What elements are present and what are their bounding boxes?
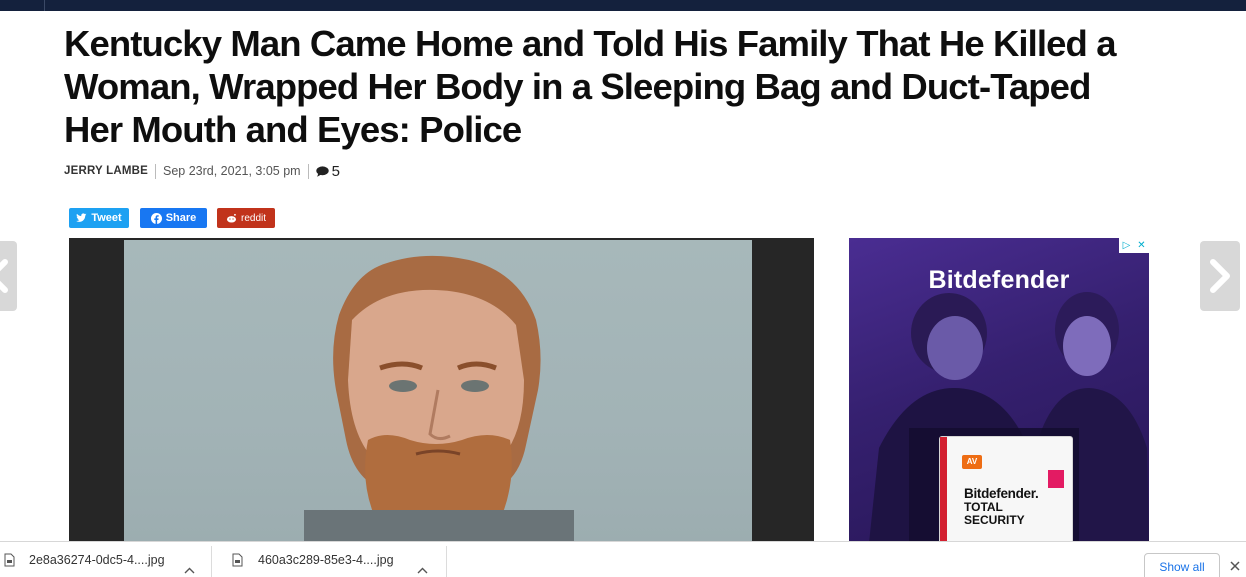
top-bar-divider [44, 0, 45, 11]
tweet-label: Tweet [91, 212, 122, 224]
download-item[interactable]: 460a3c289-85e3-4....jpg [232, 542, 394, 577]
tweet-button[interactable]: Tweet [69, 208, 129, 228]
av-badge: AV [962, 455, 982, 469]
author-link[interactable]: JERRY LAMBE [64, 165, 148, 177]
reddit-share-button[interactable]: reddit [217, 208, 275, 228]
comment-bubble-icon [315, 165, 329, 177]
chevron-up-icon[interactable] [417, 567, 428, 574]
box-brand: Bitdefender. [964, 486, 1039, 501]
byline-divider [155, 163, 156, 179]
mugshot-image [124, 240, 752, 543]
bitdefender-product-box: AV Bitdefender. TOTAL SECURITY [940, 437, 1072, 543]
twitter-bird-icon [76, 213, 87, 222]
box-product-name: TOTAL SECURITY [964, 501, 1025, 527]
article-byline: JERRY LAMBE Sep 23rd, 2021, 3:05 pm 5 [64, 162, 340, 180]
download-shelf: 2e8a36274-0dc5-4....jpg 460a3c289-85e3-4… [0, 541, 1246, 577]
facebook-icon [150, 212, 162, 224]
chevron-left-icon [0, 259, 8, 293]
previous-article-arrow[interactable] [0, 241, 17, 311]
chevron-right-icon [1210, 259, 1230, 293]
publish-date: Sep 23rd, 2021, 3:05 pm [163, 164, 301, 178]
article-headline: Kentucky Man Came Home and Told His Fami… [64, 23, 1117, 150]
file-image-icon [4, 553, 15, 567]
download-item[interactable]: 2e8a36274-0dc5-4....jpg [4, 542, 165, 577]
chevron-up-icon[interactable] [184, 567, 195, 574]
mugshot-figure [304, 255, 574, 543]
file-image-icon [232, 553, 243, 567]
download-filename: 460a3c289-85e3-4....jpg [258, 553, 394, 567]
box-pink-tag [1048, 470, 1064, 488]
byline-divider [307, 163, 309, 179]
site-top-bar [0, 0, 1246, 11]
close-icon[interactable] [1230, 561, 1240, 571]
reddit-alien-icon [226, 213, 237, 223]
reddit-share-label: reddit [240, 212, 266, 224]
next-article-arrow[interactable] [1200, 241, 1240, 311]
av-badge-text: AV [966, 457, 978, 466]
mugshot-photo [69, 238, 814, 543]
comment-count: 5 [331, 162, 340, 180]
box-red-stripe [940, 437, 947, 543]
facebook-share-button[interactable]: Share [140, 208, 207, 228]
download-divider [446, 546, 447, 577]
show-all-downloads-button[interactable]: Show all [1144, 553, 1220, 577]
download-divider [211, 546, 212, 577]
comments-link[interactable]: 5 [315, 162, 340, 180]
download-filename: 2e8a36274-0dc5-4....jpg [29, 553, 165, 567]
box-product-line2: SECURITY [964, 513, 1025, 527]
facebook-share-label: Share [165, 212, 197, 224]
